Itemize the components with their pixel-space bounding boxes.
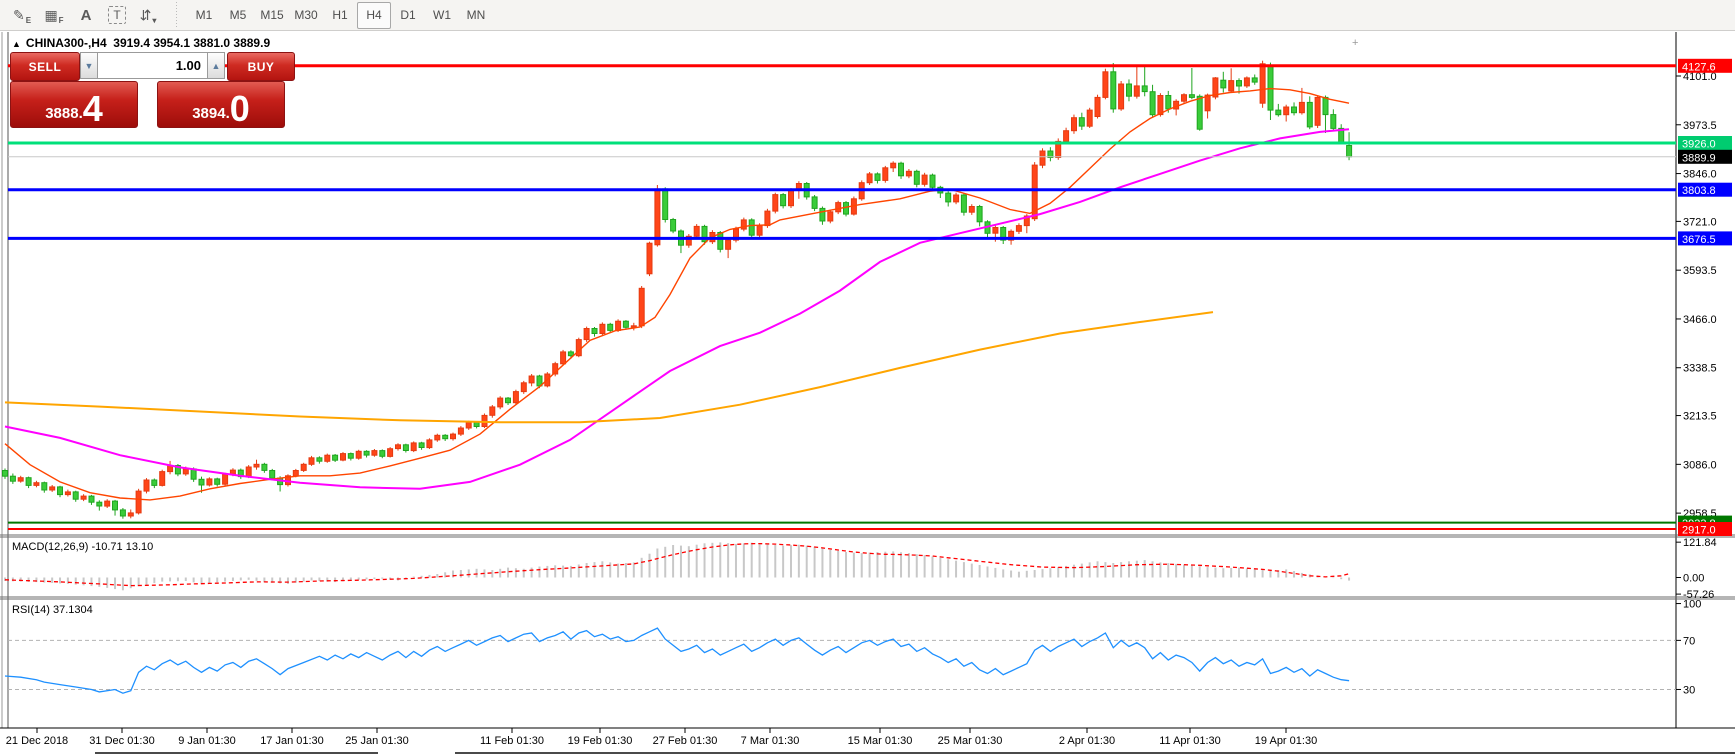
time-tick-label[interactable]: 2 Apr 01:30 — [1059, 735, 1115, 747]
buy-button[interactable]: BUY — [227, 52, 295, 81]
bid-price-big-digit: 4 — [83, 92, 103, 126]
symbol-name: CHINA300-,H4 — [26, 36, 107, 50]
price-badge-label: 3803.8 — [1682, 185, 1716, 197]
price-tick-label: 3973.5 — [1683, 120, 1717, 132]
price-tick-label: 3721.0 — [1683, 216, 1717, 228]
macd-tick-label: 0.00 — [1683, 573, 1704, 585]
ask-price-big-digit: 0 — [230, 92, 250, 126]
price-tick-label: 3466.0 — [1683, 314, 1717, 326]
price-tick-label: 3593.5 — [1683, 265, 1717, 277]
bid-price-main: 3888. — [45, 106, 83, 121]
volume-input[interactable]: 1.00 — [98, 52, 207, 79]
ask-price-main: 3894. — [192, 106, 230, 121]
price-tick-label: 3338.5 — [1683, 363, 1717, 375]
time-tick-label[interactable]: 25 Jan 01:30 — [345, 735, 409, 747]
chart-background — [0, 31, 1735, 755]
price-badge-label: 3676.5 — [1682, 234, 1716, 246]
volume-increase-button[interactable]: ▲ — [207, 52, 225, 79]
time-tick-label[interactable]: 19 Apr 01:30 — [1255, 735, 1317, 747]
rsi-label: RSI(14) 37.1304 — [12, 604, 93, 616]
macd-tick-label: 121.84 — [1683, 537, 1717, 549]
price-badge-label: 4127.6 — [1682, 61, 1716, 73]
price-badge-label: 3926.0 — [1682, 139, 1716, 151]
macd-label: MACD(12,26,9) -10.71 13.10 — [12, 541, 153, 553]
time-tick-label[interactable]: 31 Dec 01:30 — [89, 735, 154, 747]
time-tick-label[interactable]: 15 Mar 01:30 — [848, 735, 913, 747]
symbol-ohlc: 3919.4 3954.1 3881.0 3889.9 — [113, 36, 270, 50]
time-tick-label[interactable]: 17 Jan 01:30 — [260, 735, 324, 747]
expander-icon[interactable]: ▲ — [12, 39, 21, 49]
symbol-title: ▲ CHINA300-,H4 3919.4 3954.1 3881.0 3889.… — [12, 36, 270, 50]
volume-decrease-button[interactable]: ▼ — [80, 52, 98, 79]
time-tick-label[interactable]: 21 Dec 2018 — [6, 735, 68, 747]
bottom-window-edge — [95, 752, 378, 754]
mt4-chart-window: { "toolbar": { "tools": [ {"name":"draw-… — [0, 0, 1735, 755]
mouse-cursor-icon: + — [1352, 37, 1358, 49]
ask-price-button[interactable]: 3894.0 — [157, 81, 285, 128]
time-tick-label[interactable]: 25 Mar 01:30 — [938, 735, 1003, 747]
rsi-tick-label: 30 — [1683, 685, 1695, 697]
time-tick-label[interactable]: 11 Feb 01:30 — [480, 735, 544, 747]
time-tick-label[interactable]: 27 Feb 01:30 — [653, 735, 718, 747]
time-tick-label[interactable]: 7 Mar 01:30 — [741, 735, 800, 747]
one-click-trading-panel: SELL ▼ 1.00 ▲ BUY 3888.4 3894.0 — [10, 52, 293, 126]
time-tick-label[interactable]: 19 Feb 01:30 — [568, 735, 633, 747]
price-tick-label: 3086.0 — [1683, 459, 1717, 471]
price-badge-label: 2917.0 — [1682, 525, 1716, 537]
bottom-window-edge — [455, 752, 1735, 754]
rsi-tick-label: 70 — [1683, 635, 1695, 647]
time-tick-label[interactable]: 9 Jan 01:30 — [178, 735, 236, 747]
sell-button[interactable]: SELL — [10, 52, 80, 81]
bid-price-button[interactable]: 3888.4 — [10, 81, 138, 128]
price-tick-label: 3846.0 — [1683, 169, 1717, 181]
price-badge-label: 3889.9 — [1682, 152, 1716, 164]
rsi-tick-label: 100 — [1683, 599, 1701, 611]
time-tick-label[interactable]: 11 Apr 01:30 — [1159, 735, 1221, 747]
price-tick-label: 3213.5 — [1683, 411, 1717, 423]
